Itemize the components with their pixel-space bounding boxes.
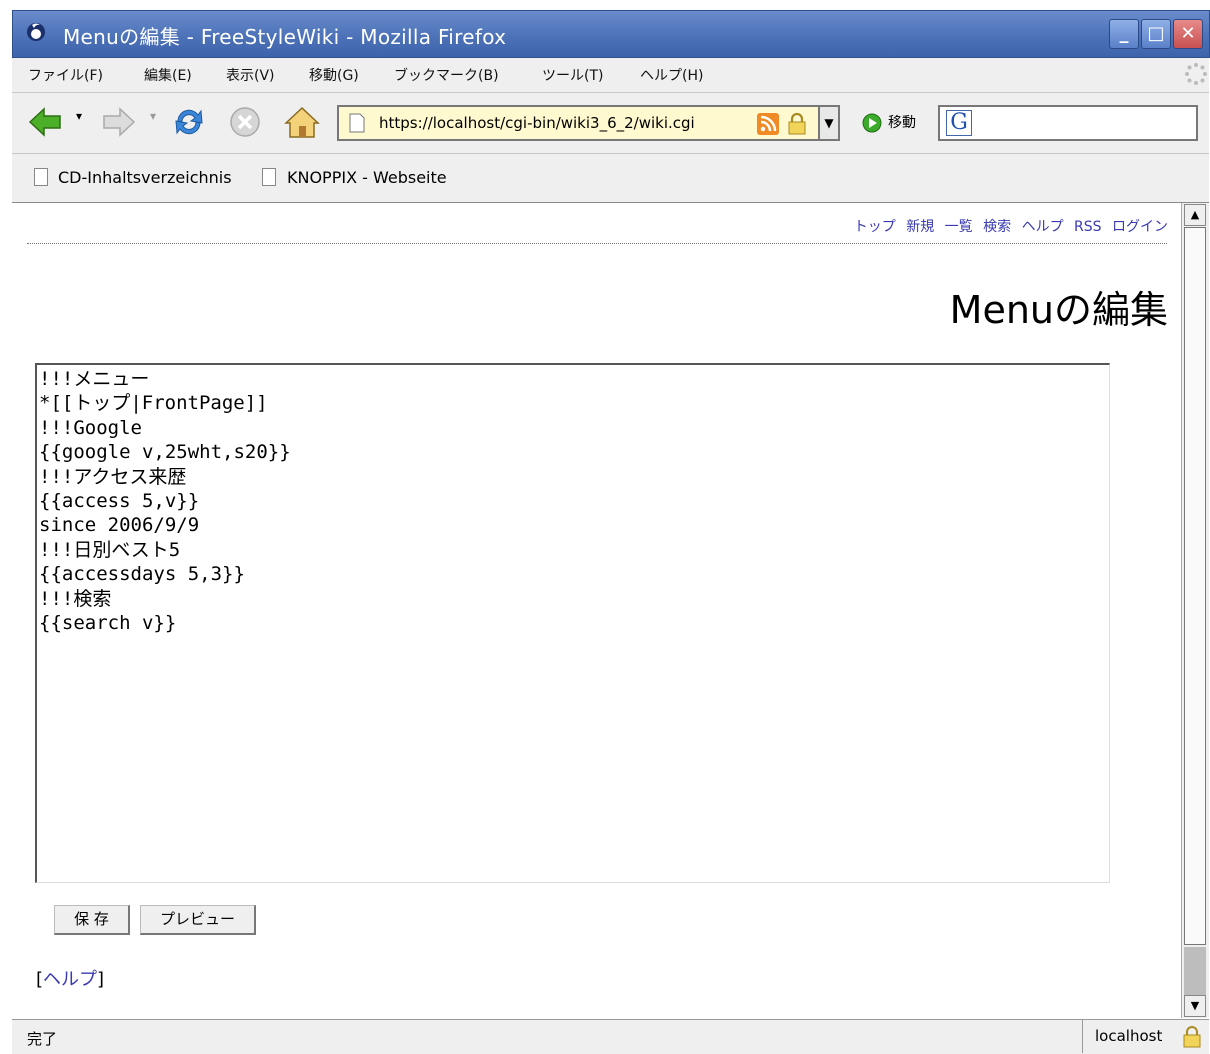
navigation-toolbar: ▾ ▾ https://localhost/cgi-bin/wiki3_6_2/… (12, 93, 1209, 154)
close-button[interactable]: ✕ (1173, 19, 1203, 49)
scroll-down-arrow-icon[interactable]: ▼ (1184, 995, 1206, 1017)
menu-edit[interactable]: 編集(E) (144, 65, 192, 85)
nav-link-login[interactable]: ログイン (1112, 219, 1168, 235)
back-dropdown-icon[interactable]: ▾ (76, 109, 82, 123)
vertical-scrollbar[interactable]: ▲ ▼ (1181, 203, 1209, 1018)
window-title: Menuの編集 - FreeStyleWiki - Mozilla Firefo… (63, 25, 507, 49)
bookmark-page-icon (34, 168, 48, 186)
nav-link-rss[interactable]: RSS (1074, 219, 1102, 235)
throbber-icon (1185, 63, 1207, 85)
wiki-source-textarea[interactable]: !!!メニュー *[[トップ|FrontPage]] !!!Google {{g… (35, 363, 1110, 883)
bookmark-page-icon (262, 168, 276, 186)
titlebar-inner: Menuの編集 - FreeStyleWiki - Mozilla Firefo… (12, 10, 1210, 58)
preview-button[interactable]: プレビュー (140, 905, 256, 935)
page-content: トップ 新規 一覧 検索 ヘルプ RSS ログイン Menuの編集 !!!メニュ… (12, 203, 1180, 1018)
menu-tools[interactable]: ツール(T) (542, 65, 603, 85)
scrollbar-track[interactable] (1184, 947, 1206, 995)
bookmark-knoppix-webseite[interactable]: KNOPPIX - Webseite (287, 168, 447, 187)
url-bar[interactable]: https://localhost/cgi-bin/wiki3_6_2/wiki… (337, 105, 837, 141)
search-input[interactable]: G (938, 105, 1198, 141)
status-host: localhost (1095, 1027, 1163, 1045)
stop-icon[interactable] (226, 103, 264, 141)
menu-view[interactable]: 表示(V) (226, 65, 275, 85)
page-icon (349, 113, 365, 133)
header-divider (27, 243, 1167, 244)
menu-help[interactable]: ヘルプ(H) (640, 65, 703, 85)
forward-dropdown-icon[interactable]: ▾ (150, 109, 156, 123)
maximize-button[interactable]: □ (1141, 19, 1171, 49)
url-text[interactable]: https://localhost/cgi-bin/wiki3_6_2/wiki… (379, 114, 695, 132)
help-bracket-open: [ (36, 969, 44, 990)
status-bar: 完了 localhost (12, 1019, 1209, 1054)
firefox-icon (27, 23, 45, 41)
menu-go[interactable]: 移動(G) (309, 65, 359, 85)
nav-link-help[interactable]: ヘルプ (1022, 219, 1064, 235)
nav-link-top[interactable]: トップ (854, 219, 896, 235)
rss-feed-icon[interactable] (757, 113, 779, 135)
home-icon[interactable] (282, 103, 322, 141)
scrollbar-thumb[interactable] (1184, 227, 1206, 945)
nav-link-new[interactable]: 新規 (906, 219, 934, 235)
status-text: 完了 (27, 1030, 58, 1048)
go-icon[interactable] (862, 113, 882, 133)
reload-icon[interactable] (170, 103, 208, 141)
minimize-button[interactable]: _ (1109, 19, 1139, 49)
menu-bar: ファイル(F) 編集(E) 表示(V) 移動(G) ブックマーク(B) ツール(… (12, 58, 1209, 93)
google-search-icon[interactable]: G (946, 110, 972, 136)
menu-file[interactable]: ファイル(F) (28, 65, 103, 85)
status-host-panel: localhost (1082, 1020, 1209, 1053)
go-button-label[interactable]: 移動 (888, 112, 916, 132)
page-title: Menuの編集 (949, 288, 1168, 332)
security-lock-icon[interactable] (1183, 1026, 1201, 1048)
url-history-dropdown[interactable]: ▼ (818, 105, 840, 141)
scroll-up-arrow-icon[interactable]: ▲ (1184, 204, 1206, 226)
back-icon[interactable] (26, 103, 64, 141)
help-link-group: [ヘルプ] (36, 965, 104, 991)
forward-icon[interactable] (100, 103, 138, 141)
help-link[interactable]: ヘルプ (43, 969, 97, 990)
save-button[interactable]: 保 存 (54, 905, 130, 935)
menu-bookmarks[interactable]: ブックマーク(B) (394, 65, 499, 85)
nav-link-list[interactable]: 一覧 (945, 219, 973, 235)
lock-icon[interactable] (787, 112, 807, 136)
nav-link-search[interactable]: 検索 (983, 219, 1011, 235)
wiki-top-nav: トップ 新規 一覧 検索 ヘルプ RSS ログイン (848, 216, 1168, 236)
bookmark-cd-inhaltsverzeichnis[interactable]: CD-Inhaltsverzeichnis (58, 168, 232, 187)
bookmarks-toolbar: CD-Inhaltsverzeichnis KNOPPIX - Webseite (12, 154, 1209, 203)
help-bracket-close: ] (97, 969, 105, 990)
window-titlebar: Menuの編集 - FreeStyleWiki - Mozilla Firefo… (0, 0, 1210, 60)
